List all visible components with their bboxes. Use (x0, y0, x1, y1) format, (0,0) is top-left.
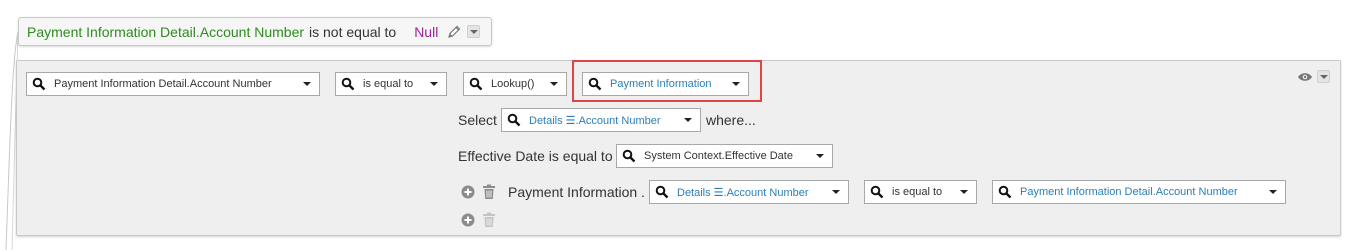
select-column-value: Details ☰.Account Number (529, 114, 661, 127)
eye-icon[interactable] (1297, 71, 1313, 83)
highlight-box (572, 60, 762, 102)
trash-icon[interactable] (482, 212, 496, 228)
select-label: Select (458, 112, 497, 128)
criteria-prefix-label: Payment Information . (508, 184, 645, 200)
condition-function-value: Lookup() (491, 78, 535, 90)
magnifier-icon (507, 113, 521, 127)
effective-date-value: System Context.Effective Date (644, 150, 793, 162)
magnifier-icon (870, 185, 884, 199)
condition-operator-value: is equal to (363, 78, 414, 90)
triangle-down-icon (550, 82, 558, 86)
triangle-down-icon (303, 82, 311, 86)
visibility-toggle[interactable] (1297, 70, 1330, 83)
triangle-down-icon (960, 190, 968, 194)
criteria-left-value: Details ☰.Account Number (677, 186, 809, 199)
magnifier-icon (341, 77, 355, 91)
magnifier-icon (998, 185, 1012, 199)
magnifier-icon (622, 149, 636, 163)
visibility-menu-dropdown[interactable] (1317, 70, 1330, 83)
plus-circle-icon[interactable] (461, 213, 475, 227)
criteria-right-value: Payment Information Detail.Account Numbe… (1020, 186, 1238, 198)
triangle-down-icon (1269, 190, 1277, 194)
effective-date-select[interactable]: System Context.Effective Date (616, 144, 833, 168)
trash-icon[interactable] (482, 184, 496, 200)
triangle-down-icon (1319, 74, 1328, 79)
triangle-down-icon (684, 118, 692, 122)
rule-summary-pill[interactable]: Payment Information Detail.Account Numbe… (18, 17, 492, 46)
criteria-operator-select[interactable]: is equal to (864, 180, 977, 204)
condition-field-value: Payment Information Detail.Account Numbe… (54, 78, 272, 90)
plus-circle-icon[interactable] (461, 185, 475, 199)
criteria-left-select[interactable]: Details ☰.Account Number (649, 180, 849, 204)
criteria-operator-value: is equal to (892, 186, 943, 198)
magnifier-icon (655, 185, 669, 199)
triangle-down-icon (469, 29, 478, 34)
select-column-select[interactable]: Details ☰.Account Number (501, 108, 701, 132)
rule-summary-menu-dropdown[interactable] (467, 25, 481, 38)
condition-function-select[interactable]: Lookup() (463, 72, 567, 96)
rule-summary-operator: is not equal to (309, 23, 397, 40)
magnifier-icon (469, 77, 483, 91)
where-label: where... (706, 112, 756, 128)
effective-date-label: Effective Date is equal to (458, 148, 613, 164)
rule-summary-value: Null (414, 23, 439, 40)
magnifier-icon (32, 77, 46, 91)
triangle-down-icon (816, 154, 824, 158)
condition-operator-select[interactable]: is equal to (335, 72, 447, 96)
triangle-down-icon (832, 190, 840, 194)
condition-field-select[interactable]: Payment Information Detail.Account Numbe… (26, 72, 320, 96)
criteria-right-select[interactable]: Payment Information Detail.Account Numbe… (992, 180, 1286, 204)
triangle-down-icon (430, 82, 438, 86)
pencil-icon[interactable] (446, 24, 462, 40)
rule-summary-field: Payment Information Detail.Account Numbe… (27, 23, 305, 40)
